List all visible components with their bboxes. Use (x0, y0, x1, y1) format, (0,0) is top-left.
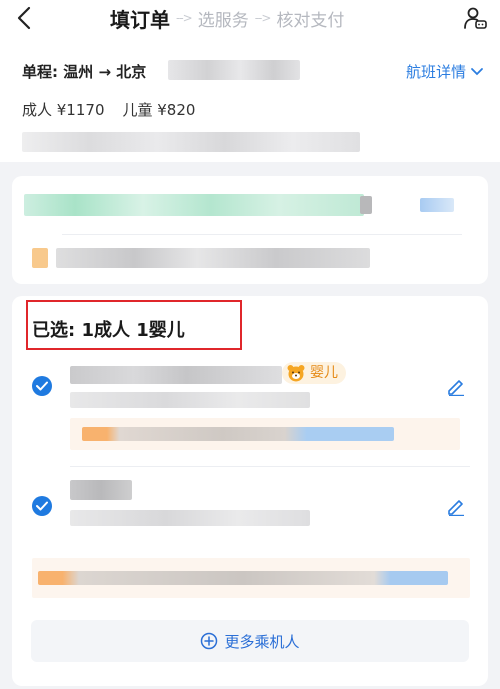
plus-circle-icon (201, 632, 218, 650)
infant-badge: 婴儿 (282, 362, 346, 384)
back-arrow-icon[interactable] (14, 6, 36, 30)
blurred-passenger-1-notice-text (82, 427, 394, 441)
blurred-flight-number (168, 60, 300, 80)
edit-pencil-icon[interactable] (446, 376, 466, 396)
blurred-green-text (24, 194, 364, 216)
blurred-passenger-1-id (70, 392, 310, 408)
step-verify-pay: 核对支付 (276, 10, 345, 31)
blurred-orange-mark (32, 248, 48, 268)
more-passengers-label: 更多乘机人 (224, 632, 300, 651)
divider (70, 466, 470, 467)
blurred-passenger-1-name (70, 366, 282, 384)
progress-steps: 填订单 --> 选服务 --> 核对支付 (110, 5, 400, 32)
flight-detail-link[interactable]: 航班详情 (406, 61, 484, 82)
more-passengers-button[interactable]: 更多乘机人 (31, 620, 469, 662)
checkmark-icon (36, 381, 48, 391)
blurred-gray-text (56, 248, 370, 268)
chevron-down-icon (471, 67, 483, 75)
step-arrow: --> (176, 11, 193, 25)
route-text: 单程: 温州 → 北京 (22, 63, 147, 81)
passenger-1-checkbox[interactable] (32, 376, 52, 396)
divider (62, 234, 462, 235)
flight-info: 单程: 温州 → 北京 航班详情 成人 ¥1170 儿童 ¥820 (0, 38, 500, 162)
step-arrow: --> (254, 11, 272, 25)
step-select-service: 选服务 (197, 10, 249, 31)
blurred-gray-mark (360, 196, 372, 214)
passenger-card: 已选: 1成人 1婴儿 婴儿 更多乘机人 (12, 296, 488, 686)
child-price: 儿童 ¥820 (122, 101, 196, 119)
blurred-passenger-2-id (70, 510, 310, 526)
customer-service-icon[interactable] (463, 6, 487, 30)
checkmark-icon (36, 501, 48, 511)
flight-detail-label: 航班详情 (405, 63, 466, 81)
adult-price: 成人 ¥1170 (22, 101, 105, 119)
edit-pencil-icon[interactable] (446, 496, 466, 516)
blurred-blue-mark (420, 198, 454, 212)
bear-icon (287, 365, 305, 382)
infant-badge-label: 婴儿 (310, 365, 338, 381)
price-row: 成人 ¥1170 儿童 ¥820 (22, 99, 195, 120)
step-fill-order: 填订单 (110, 7, 170, 32)
selected-count: 已选: 1成人 1婴儿 (32, 320, 185, 341)
blurred-flight-notes (22, 132, 360, 152)
blurred-passenger-2-name (70, 480, 132, 500)
top-bar: 填订单 --> 选服务 --> 核对支付 (0, 0, 500, 38)
blurred-notice-text (38, 571, 448, 585)
passenger-2-checkbox[interactable] (32, 496, 52, 516)
insurance-card (12, 176, 488, 284)
